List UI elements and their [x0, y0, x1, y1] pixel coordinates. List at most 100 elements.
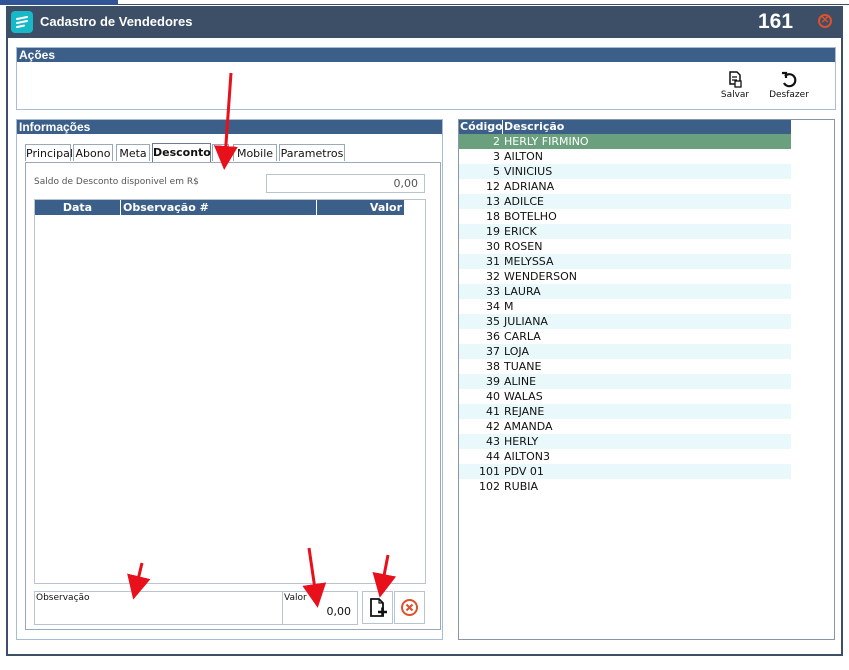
- table-row[interactable]: 13 ADILCE: [459, 194, 791, 209]
- row-descricao: WENDERSON: [504, 270, 577, 283]
- table-row[interactable]: 18 BOTELHO: [459, 209, 791, 224]
- column-descricao[interactable]: Descrição: [504, 120, 564, 134]
- window-client: Ações Salvar Desfazer Informações Princi…: [8, 38, 841, 654]
- cancel-icon: [401, 599, 418, 616]
- undo-label: Desfazer: [769, 90, 809, 100]
- column-observacao[interactable]: Observação #: [121, 200, 317, 215]
- row-codigo: 40: [486, 390, 500, 403]
- row-descricao: MELYSSA: [504, 255, 554, 268]
- vendedores-rows: 2 HERLY FIRMINO 3 AILTON 5 VINICIUS 12 ADRIANA 1…: [459, 134, 791, 494]
- row-descricao: HERLY FIRMINO: [504, 135, 589, 148]
- table-row[interactable]: 19 ERICK: [459, 224, 791, 239]
- save-label: Salvar: [720, 90, 750, 100]
- row-descricao: LOJA: [504, 345, 529, 358]
- row-codigo: 44: [486, 450, 500, 463]
- row-codigo: 18: [486, 210, 500, 223]
- table-row[interactable]: 12 ADRIANA: [459, 179, 791, 194]
- add-file-icon: [370, 598, 387, 617]
- row-codigo: 32: [486, 270, 500, 283]
- tab-principal[interactable]: Principal: [25, 144, 73, 161]
- column-codigo[interactable]: Código: [460, 120, 503, 134]
- observacao-field[interactable]: Observação: [34, 591, 284, 625]
- save-button[interactable]: Salvar: [710, 70, 760, 110]
- window-code: 161: [758, 10, 794, 33]
- table-row[interactable]: 102 RUBIA: [459, 479, 791, 494]
- column-valor[interactable]: Valor: [317, 200, 404, 215]
- tab-parametros[interactable]: Parametros: [279, 144, 345, 161]
- table-row[interactable]: 32 WENDERSON: [459, 269, 791, 284]
- remove-desconto-button[interactable]: [394, 591, 425, 624]
- row-codigo: 34: [486, 300, 500, 313]
- observacao-label: Observação: [36, 593, 90, 603]
- column-data[interactable]: Data: [35, 200, 121, 215]
- tab-desconto[interactable]: Desconto: [152, 143, 211, 162]
- row-descricao: WALAS: [504, 390, 543, 403]
- row-descricao: CARLA: [504, 330, 541, 343]
- informacoes-header: Informações: [17, 120, 442, 134]
- acoes-header: Ações: [17, 48, 835, 62]
- undo-button[interactable]: Desfazer: [764, 70, 814, 110]
- valor-field[interactable]: Valor 0,00: [282, 591, 358, 625]
- table-row[interactable]: 101 PDV 01: [459, 464, 791, 479]
- row-codigo: 41: [486, 405, 500, 418]
- row-descricao: M: [504, 300, 514, 313]
- table-row[interactable]: 2 HERLY FIRMINO: [459, 134, 791, 149]
- desconto-grid-header: Data Observação # Valor: [35, 200, 404, 215]
- table-row[interactable]: 42 AMANDA: [459, 419, 791, 434]
- row-codigo: 31: [486, 255, 500, 268]
- table-row[interactable]: 44 AILTON3: [459, 449, 791, 464]
- table-row[interactable]: 33 LAURA: [459, 284, 791, 299]
- row-descricao: AMANDA: [504, 420, 553, 433]
- row-codigo: 5: [493, 165, 500, 178]
- table-row[interactable]: 38 TUANE: [459, 359, 791, 374]
- row-codigo: 39: [486, 375, 500, 388]
- table-row[interactable]: 5 VINICIUS: [459, 164, 791, 179]
- saldo-label: Saldo de Desconto disponivel em R$: [34, 177, 199, 187]
- table-row[interactable]: 35 JULIANA: [459, 314, 791, 329]
- valor-label: Valor: [284, 593, 307, 603]
- row-descricao: TUANE: [504, 360, 542, 373]
- row-codigo: 12: [486, 180, 500, 193]
- row-codigo: 13: [486, 195, 500, 208]
- row-codigo: 2: [493, 135, 500, 148]
- add-desconto-button[interactable]: [362, 591, 393, 624]
- row-codigo: 37: [486, 345, 500, 358]
- row-descricao: ADRIANA: [504, 180, 555, 193]
- vendedores-list-header: Código Descrição: [459, 120, 791, 134]
- row-descricao: PDV 01: [504, 465, 544, 478]
- row-descricao: AILTON3: [504, 450, 550, 463]
- tab-mobile[interactable]: Mobile: [233, 144, 277, 161]
- valor-value: 0,00: [326, 605, 352, 618]
- tab-unnamed[interactable]: [212, 144, 229, 161]
- vendedores-window: Cadastro de Vendedores 161 ✕ Ações Salva…: [6, 6, 843, 656]
- row-descricao: ROSEN: [504, 240, 543, 253]
- table-row[interactable]: 40 WALAS: [459, 389, 791, 404]
- desconto-panel: Saldo de Desconto disponivel em R$ 0,00 …: [25, 162, 441, 630]
- row-descricao: ALINE: [504, 375, 537, 388]
- row-codigo: 42: [486, 420, 500, 433]
- table-row[interactable]: 31 MELYSSA: [459, 254, 791, 269]
- close-icon[interactable]: ✕: [818, 14, 832, 28]
- undo-icon: [782, 71, 797, 88]
- vendedores-list[interactable]: Código Descrição 2 HERLY FIRMINO 3 AILTON 5 V…: [458, 119, 835, 640]
- tab-meta[interactable]: Meta: [116, 144, 150, 161]
- tab-abono[interactable]: Abono: [73, 144, 113, 161]
- row-codigo: 3: [493, 150, 500, 163]
- row-descricao: REJANE: [504, 405, 545, 418]
- app-logo-icon: [11, 11, 33, 33]
- table-row[interactable]: 37 LOJA: [459, 344, 791, 359]
- row-codigo: 101: [479, 465, 500, 478]
- desconto-grid[interactable]: Data Observação # Valor: [34, 199, 426, 584]
- saldo-field[interactable]: 0,00: [266, 174, 425, 193]
- title-bar: Cadastro de Vendedores 161 ✕: [6, 6, 843, 38]
- row-descricao: VINICIUS: [504, 165, 553, 178]
- row-descricao: HERLY: [504, 435, 539, 448]
- table-row[interactable]: 30 ROSEN: [459, 239, 791, 254]
- table-row[interactable]: 39 ALINE: [459, 374, 791, 389]
- table-row[interactable]: 41 REJANE: [459, 404, 791, 419]
- table-row[interactable]: 43 HERLY: [459, 434, 791, 449]
- informacoes-group: Informações Principal Abono Meta Descont…: [16, 119, 443, 640]
- table-row[interactable]: 3 AILTON: [459, 149, 791, 164]
- table-row[interactable]: 34 M: [459, 299, 791, 314]
- table-row[interactable]: 36 CARLA: [459, 329, 791, 344]
